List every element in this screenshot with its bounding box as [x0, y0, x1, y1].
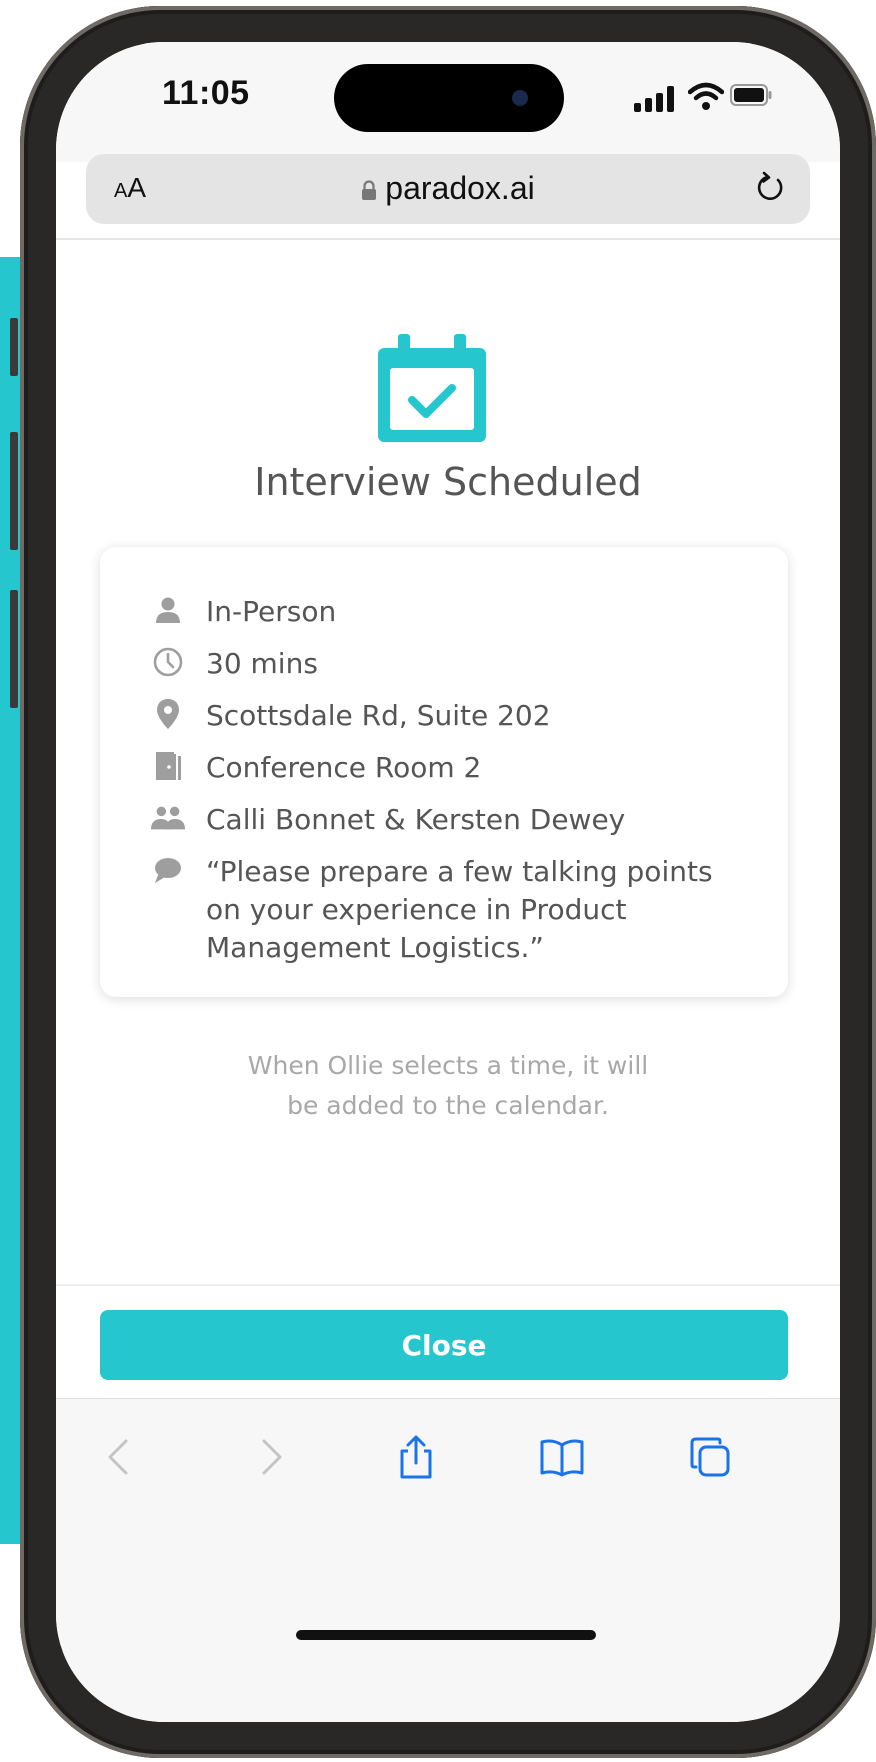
phone-screen: 11:05 AA paradox.ai Interview Scheduled …	[56, 42, 840, 1722]
info-note: When Ollie selects a time, it will be ad…	[56, 1046, 840, 1126]
forward-icon[interactable]	[246, 1433, 294, 1481]
page-title: Interview Scheduled	[254, 460, 642, 504]
detail-row-message: “Please prepare a few talking points on …	[150, 853, 756, 967]
detail-text: 30 mins	[206, 647, 318, 680]
browser-toolbar	[56, 1398, 840, 1722]
dynamic-island	[334, 64, 564, 132]
detail-row-duration: 30 mins	[150, 645, 318, 683]
detail-text: In-Person	[206, 595, 337, 628]
detail-row-address: Scottsdale Rd, Suite 202	[150, 697, 551, 735]
detail-text: Calli Bonnet & Kersten Dewey	[206, 803, 626, 836]
volume-up-button	[10, 432, 18, 550]
share-icon[interactable]	[392, 1433, 440, 1481]
detail-row-interviewers: Calli Bonnet & Kersten Dewey	[150, 801, 625, 839]
battery-icon	[730, 84, 772, 106]
speech-bubble-icon	[150, 853, 186, 887]
back-icon[interactable]	[96, 1433, 144, 1481]
people-icon	[150, 801, 186, 835]
status-bar: 11:05	[56, 42, 840, 162]
location-pin-icon	[150, 697, 186, 731]
detail-row-format: In-Person	[150, 593, 336, 631]
door-icon	[150, 749, 186, 783]
bookmarks-icon[interactable]	[538, 1433, 586, 1481]
status-time: 11:05	[162, 74, 250, 112]
calendar-check-icon	[378, 334, 486, 442]
note-line: When Ollie selects a time, it will	[247, 1051, 649, 1080]
camera-icon	[512, 90, 528, 106]
divider	[56, 1284, 840, 1286]
detail-text: Scottsdale Rd, Suite 202	[206, 699, 551, 732]
volume-down-button	[10, 590, 18, 708]
divider	[56, 238, 840, 240]
home-indicator[interactable]	[296, 1630, 596, 1640]
cellular-signal-icon	[634, 86, 678, 112]
address-bar[interactable]: AA paradox.ai	[86, 154, 810, 224]
detail-text: Conference Room 2	[206, 751, 482, 784]
lock-icon	[361, 171, 377, 200]
detail-text: “Please prepare a few talking points on …	[206, 855, 713, 964]
close-button[interactable]: Close	[100, 1310, 788, 1380]
person-icon	[150, 593, 186, 627]
clock-icon	[150, 645, 186, 679]
url-text: paradox.ai	[385, 170, 535, 206]
url-field[interactable]: paradox.ai	[86, 170, 810, 207]
reload-icon[interactable]	[752, 170, 788, 206]
interview-details-card: In-Person 30 mins Scottsdale Rd, Suite 2…	[100, 547, 788, 997]
note-line: be added to the calendar.	[287, 1091, 609, 1120]
phone-frame: 11:05 AA paradox.ai Interview Scheduled …	[20, 6, 876, 1758]
wifi-icon	[688, 82, 724, 110]
action-button	[10, 318, 18, 376]
tabs-icon[interactable]	[686, 1433, 734, 1481]
detail-row-room: Conference Room 2	[150, 749, 481, 787]
